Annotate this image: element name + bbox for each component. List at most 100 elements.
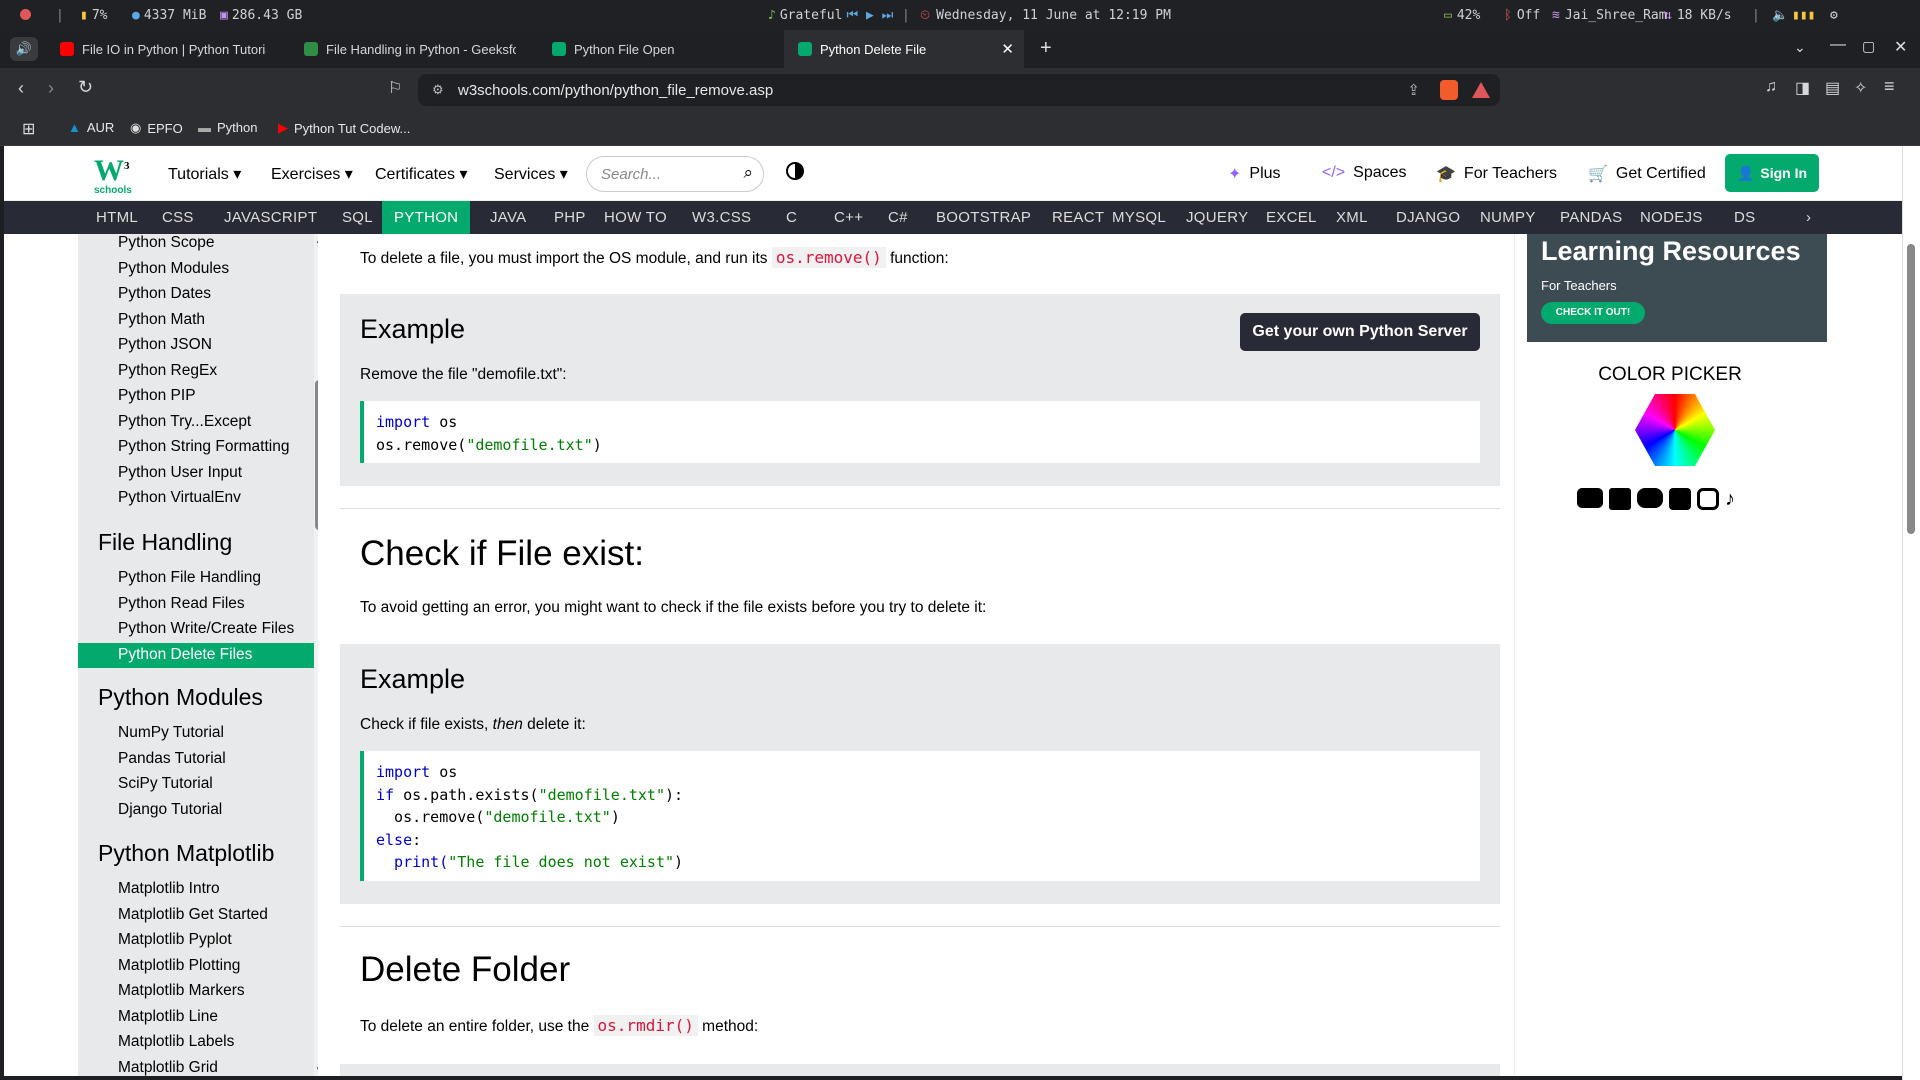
audio-icon[interactable]: 🔊 <box>10 37 38 61</box>
site-info-icon[interactable]: ⚙ <box>432 82 444 98</box>
apps-grid-icon[interactable]: ⊞ <box>22 119 35 139</box>
brave-shield-icon[interactable] <box>1440 80 1458 100</box>
sidebar-item[interactable]: Pandas Tutorial <box>118 750 226 768</box>
new-tab-icon[interactable]: + <box>1040 37 1052 60</box>
sidebar-item[interactable]: Python Modules <box>118 260 229 278</box>
topnav-pandas[interactable]: PANDAS <box>1548 201 1634 234</box>
topnav-excel[interactable]: EXCEL <box>1254 201 1329 234</box>
reload-icon[interactable]: ↻ <box>78 77 93 98</box>
page-scrollbar[interactable] <box>1902 146 1920 1080</box>
sidebar-item[interactable]: Python String Formatting <box>118 438 289 456</box>
topnav-jquery[interactable]: JQUERY <box>1174 201 1260 234</box>
sidebar-item[interactable]: Python Read Files <box>118 595 245 613</box>
topnav-xml[interactable]: XML <box>1324 201 1380 234</box>
search-icon[interactable]: ⌕ <box>743 163 753 183</box>
youtube-icon[interactable] <box>1577 488 1603 508</box>
sidebar-item[interactable]: Matplotlib Line <box>118 1008 218 1026</box>
sidebar-item[interactable]: Python RegEx <box>118 362 217 380</box>
share-icon[interactable]: ⇪ <box>1407 81 1420 99</box>
page-scroll-thumb[interactable] <box>1907 244 1915 534</box>
tab-list-icon[interactable]: ⌄ <box>1794 39 1806 56</box>
link-for-teachers[interactable]: 🎓 For Teachers <box>1436 164 1557 184</box>
media-icon[interactable]: ♫ <box>1765 78 1777 96</box>
tab-file-io[interactable]: File IO in Python | Python Tutorial <box>46 30 280 68</box>
sidebar-item[interactable]: Matplotlib Labels <box>118 1033 234 1051</box>
close-tab-icon[interactable]: ✕ <box>1001 40 1014 58</box>
theme-toggle-icon[interactable] <box>786 162 804 180</box>
sidebar-item[interactable]: Python Scope <box>118 234 215 252</box>
link-get-certified[interactable]: 🛒 Get Certified <box>1588 164 1706 184</box>
leo-ai-icon[interactable]: ✧ <box>1854 78 1867 98</box>
topnav-c[interactable]: C <box>774 201 809 234</box>
discord-icon[interactable] <box>1637 488 1663 508</box>
address-bar[interactable]: ⚙ w3schools.com/python/python_file_remov… <box>418 74 1500 106</box>
bookmark-icon[interactable]: ⚐ <box>388 78 402 98</box>
sidebar-item[interactable]: Python Try...Except <box>118 413 251 431</box>
tiktok-icon[interactable]: ♪ <box>1725 488 1735 510</box>
menu-dot-icon[interactable] <box>20 9 31 20</box>
sidebar-item[interactable]: NumPy Tutorial <box>118 724 224 742</box>
sidebar-item[interactable]: Matplotlib Get Started <box>118 906 268 924</box>
sidebar-item[interactable]: Django Tutorial <box>118 801 222 819</box>
sidebar-item[interactable]: Python Delete Files <box>118 646 252 664</box>
sidebar-item[interactable]: Python PIP <box>118 387 196 405</box>
code-block[interactable]: import os if os.path.exists("demofile.tx… <box>360 751 1480 881</box>
search-input[interactable]: Search... ⌕ <box>586 156 764 192</box>
topnav-mysql[interactable]: MYSQL <box>1100 201 1178 234</box>
close-window-icon[interactable]: ✕ <box>1894 37 1907 57</box>
topnav-django[interactable]: DJANGO <box>1384 201 1472 234</box>
tab-geeksforgeeks[interactable]: File Handling in Python - GeeksforG <box>290 30 530 68</box>
bookmark-python-tut[interactable]: ▶ Python Tut Codew... <box>278 120 410 136</box>
brave-rewards-icon[interactable] <box>1472 82 1490 98</box>
settings-icon[interactable]: ⚙ <box>1830 8 1838 23</box>
topnav-bootstrap[interactable]: BOOTSTRAP <box>924 201 1043 234</box>
code-block[interactable]: import os os.remove("demofile.txt") <box>360 401 1480 463</box>
wallet-icon[interactable]: ▤ <box>1825 78 1840 98</box>
topnav-numpy[interactable]: NUMPY <box>1468 201 1548 234</box>
tab-python-file-open[interactable]: Python File Open <box>538 30 778 68</box>
sidebar-item[interactable]: Python VirtualEnv <box>118 489 241 507</box>
sign-in-button[interactable]: 👤 Sign In <box>1725 154 1819 192</box>
check-it-out-button[interactable]: CHECK IT OUT! <box>1541 302 1645 324</box>
sidebar-toggle-icon[interactable]: ◨ <box>1795 78 1810 98</box>
instagram-icon[interactable] <box>1697 488 1719 510</box>
topnav-python[interactable]: PYTHON <box>382 201 471 234</box>
sidebar-item[interactable]: Matplotlib Grid <box>118 1059 218 1077</box>
browser-menu-icon[interactable]: ≡ <box>1884 76 1895 97</box>
topnav-scroll-right-icon[interactable]: › <box>1794 201 1823 234</box>
linkedin-icon[interactable] <box>1609 488 1631 510</box>
topnav-javascript[interactable]: JAVASCRIPT <box>212 201 329 234</box>
color-picker-hexagon[interactable] <box>1635 394 1715 466</box>
topnav-how-to[interactable]: HOW TO <box>592 201 679 234</box>
sidebar-item[interactable]: Python File Handling <box>118 569 261 587</box>
link-spaces[interactable]: </> Spaces <box>1322 164 1407 182</box>
bookmark-epfo[interactable]: ◉ EPFO <box>130 120 183 136</box>
topnav-w3-css[interactable]: W3.CSS <box>680 201 763 234</box>
maximize-icon[interactable]: ▢ <box>1862 38 1875 55</box>
facebook-icon[interactable] <box>1669 488 1691 510</box>
sidebar-item[interactable]: Python User Input <box>118 464 242 482</box>
bookmark-folder-python[interactable]: ▬ Python <box>198 120 257 135</box>
topnav-c-[interactable]: C++ <box>822 201 875 234</box>
sidebar-item[interactable]: Python Write/Create Files <box>118 620 294 638</box>
back-icon[interactable]: ‹ <box>18 78 24 99</box>
sidebar-item[interactable]: Python JSON <box>118 336 212 354</box>
sidebar-scroll-thumb[interactable] <box>315 380 318 530</box>
menu-services[interactable]: Services ▾ <box>494 164 568 184</box>
sidebar-item[interactable]: Matplotlib Plotting <box>118 957 240 975</box>
menu-certificates[interactable]: Certificates ▾ <box>375 164 468 184</box>
topnav-sql[interactable]: SQL <box>330 201 385 234</box>
sidebar-item[interactable]: Matplotlib Intro <box>118 880 220 898</box>
minimize-icon[interactable]: — <box>1830 36 1846 54</box>
sidebar-item[interactable]: Matplotlib Markers <box>118 982 245 1000</box>
link-plus[interactable]: ✦ Plus <box>1228 164 1281 184</box>
media-controls-icon[interactable]: ⏮ ▶ ⏭ <box>846 8 893 23</box>
forward-icon[interactable]: › <box>48 78 54 99</box>
topnav-php[interactable]: PHP <box>542 201 598 234</box>
sidebar-item[interactable]: Python Dates <box>118 285 211 303</box>
menu-tutorials[interactable]: Tutorials ▾ <box>168 164 241 184</box>
learning-resources-ad[interactable]: Learning Resources For Teachers CHECK IT… <box>1527 234 1827 342</box>
menu-exercises[interactable]: Exercises ▾ <box>271 164 353 184</box>
w3schools-logo[interactable]: W3 schools <box>94 152 138 197</box>
scroll-down-icon[interactable]: ▼ <box>315 1065 318 1074</box>
